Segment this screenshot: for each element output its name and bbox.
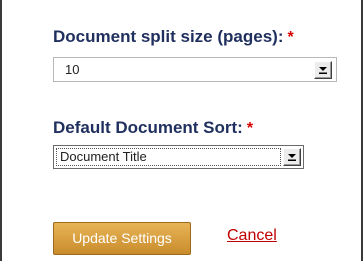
update-settings-button[interactable]: Update Settings xyxy=(53,222,191,255)
document-sort-selected-value: Document Title xyxy=(56,148,281,166)
chevron-down-icon[interactable] xyxy=(314,61,332,79)
split-size-selected-value: 10 xyxy=(65,62,80,77)
required-marker: * xyxy=(246,120,254,137)
required-marker: * xyxy=(287,29,294,46)
cancel-link[interactable]: Cancel xyxy=(227,227,277,245)
document-sort-label-text: Default Document Sort: xyxy=(53,118,243,137)
split-size-select[interactable]: 10 xyxy=(53,57,337,82)
split-size-label: Document split size (pages): * xyxy=(53,27,294,47)
document-sort-label: Default Document Sort: * xyxy=(53,118,253,138)
document-sort-select[interactable]: Document Title xyxy=(53,145,304,169)
chevron-down-icon[interactable] xyxy=(283,148,301,166)
settings-panel: Document split size (pages): * 10 Default… xyxy=(0,0,363,261)
split-size-label-text: Document split size (pages): xyxy=(53,27,284,46)
